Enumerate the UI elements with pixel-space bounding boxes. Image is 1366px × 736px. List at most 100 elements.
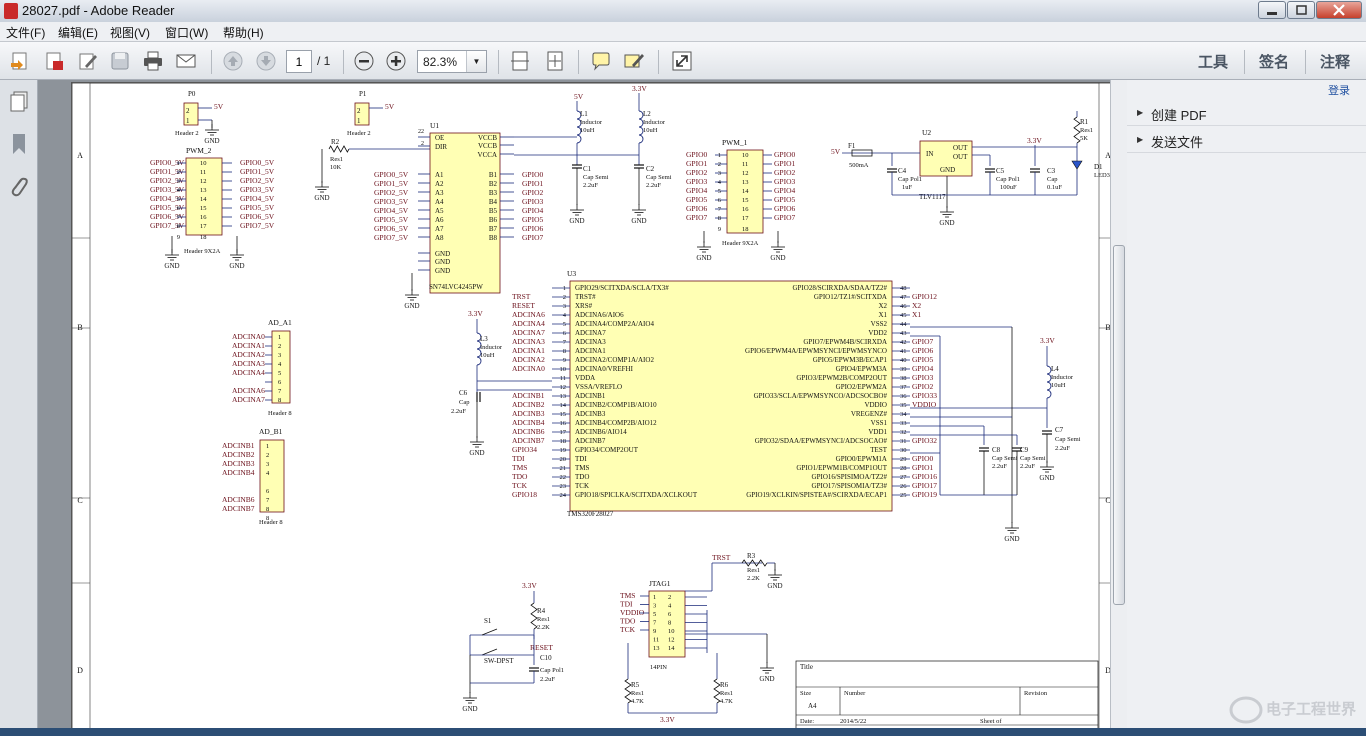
- pin-number: 20: [560, 456, 567, 463]
- pin-number: 7: [563, 339, 567, 346]
- highlight-icon[interactable]: [622, 49, 646, 73]
- menu-edit[interactable]: 编辑(E): [58, 24, 98, 41]
- net-label: ADCINB2: [222, 450, 255, 459]
- l3-ref: L3: [480, 335, 488, 343]
- net-label: GPIO1: [912, 463, 934, 472]
- u3-pin-label: GPIO7/EPWM4B/SCIRXDA: [803, 338, 887, 346]
- net-label: GPIO6: [522, 224, 544, 233]
- pin-number: 16: [560, 420, 567, 427]
- pages-icon[interactable]: [8, 90, 30, 114]
- zoom-in-icon[interactable]: [384, 49, 408, 73]
- u3-pin-label: TEST: [870, 446, 887, 454]
- pin-number: 23: [560, 483, 567, 490]
- minimize-button[interactable]: [1258, 1, 1286, 19]
- r1-ref: R1: [1080, 118, 1089, 126]
- gnd-label: GND: [1004, 535, 1019, 543]
- net-label: GPIO33: [912, 391, 937, 400]
- net-label: GPIO3: [912, 373, 934, 382]
- pin-number: 2: [718, 161, 721, 168]
- login-link[interactable]: 登录: [1328, 82, 1350, 98]
- net-label: ADCINB7: [222, 504, 255, 513]
- u2-ref: U2: [922, 128, 931, 137]
- l1-ref: L1: [580, 110, 588, 118]
- navigation-pane: [0, 80, 38, 736]
- pin-number: 2: [266, 452, 269, 459]
- expand-arrow-icon: ▶: [1137, 135, 1144, 144]
- net-label: GPIO4_5V: [240, 194, 275, 203]
- comment-button[interactable]: 注释: [1320, 51, 1350, 72]
- menu-window[interactable]: 窗口(W): [165, 24, 208, 41]
- u1-pin-label: A1: [435, 171, 444, 179]
- c1-type: Cap Semi: [583, 174, 609, 181]
- menu-help[interactable]: 帮助(H): [223, 24, 264, 41]
- expand-icon[interactable]: [670, 49, 694, 73]
- create-pdf-section[interactable]: ▶ 创建 PDF: [1127, 100, 1366, 126]
- net-label: GPIO2_5V: [240, 176, 275, 185]
- vertical-scrollbar[interactable]: [1110, 80, 1127, 736]
- tools-button[interactable]: 工具: [1198, 51, 1228, 72]
- c5-type: Cap Pol1: [996, 176, 1020, 183]
- net-label: X1: [912, 310, 921, 319]
- net-label: ADCINA4: [512, 319, 545, 328]
- net-label: 5V: [385, 102, 395, 111]
- send-file-section[interactable]: ▶ 发送文件: [1127, 127, 1366, 153]
- save-icon[interactable]: [108, 49, 132, 73]
- gnd-label: GND: [770, 254, 785, 262]
- create-pdf-icon[interactable]: [42, 49, 66, 73]
- u3-pin-label: ADCINB7: [575, 437, 606, 445]
- pdf-app-icon: [4, 3, 18, 19]
- net-label: GPIO5: [522, 215, 544, 224]
- open-file-icon[interactable]: [8, 49, 32, 73]
- bookmark-icon[interactable]: [8, 132, 30, 156]
- pin-number: 30: [900, 447, 907, 454]
- sign-button[interactable]: 签名: [1259, 51, 1289, 72]
- zoom-out-icon[interactable]: [352, 49, 376, 73]
- pin-number: 21: [560, 465, 567, 472]
- pin-number: 12: [200, 178, 207, 185]
- fit-width-icon[interactable]: [508, 49, 532, 73]
- pin-number: 26: [900, 483, 907, 490]
- attachment-icon[interactable]: [8, 174, 30, 198]
- print-icon[interactable]: [141, 49, 165, 73]
- chevron-down-icon[interactable]: ▼: [466, 51, 486, 72]
- fit-page-icon[interactable]: [543, 49, 567, 73]
- pin-number: 8: [278, 397, 281, 404]
- email-icon[interactable]: [174, 49, 198, 73]
- net-label: ADCINB4: [222, 468, 255, 477]
- document-view[interactable]: A A B B C C D D P0 2 1 5V GND Header 2 P1 2 1 5V Header 2P…: [38, 80, 1110, 736]
- close-window-button[interactable]: [1316, 1, 1362, 19]
- comment-icon[interactable]: [589, 49, 613, 73]
- r4-type: Res1: [537, 616, 550, 623]
- pin-number: 41: [900, 348, 907, 355]
- ad-a1-ref: AD_A1: [268, 318, 292, 327]
- edit-icon[interactable]: [76, 49, 100, 73]
- scrollbar-thumb[interactable]: [1113, 245, 1125, 605]
- pin-number: 9: [563, 357, 566, 364]
- l2-ref: L2: [643, 110, 651, 118]
- menu-view[interactable]: 视图(V): [110, 24, 150, 41]
- u3-pin-label: GPIO18/SPICLKA/SCITXDA/XCLKOUT: [575, 491, 698, 499]
- border-row-label: A: [77, 151, 83, 160]
- pin-number: 2: [563, 294, 566, 301]
- zoom-select[interactable]: 82.3% ▼: [417, 50, 487, 73]
- u3-pin-label: ADCINA1: [575, 347, 606, 355]
- border-row-label: D: [77, 666, 83, 675]
- wire: [481, 628, 498, 636]
- pin-number: 22: [418, 129, 424, 135]
- pin-number: 13: [653, 645, 660, 652]
- menu-file[interactable]: 文件(F): [6, 24, 45, 41]
- c9-value: 2.2uF: [1020, 463, 1035, 470]
- c10-ref: C10: [540, 654, 552, 662]
- u3-pin-label: ADCINA4/COMP2A/AIO4: [575, 320, 654, 328]
- page-number-input[interactable]: [286, 50, 312, 73]
- restore-button[interactable]: [1287, 1, 1315, 19]
- pin-number: 10: [560, 366, 567, 373]
- net-label: GPIO6: [912, 346, 934, 355]
- pin-number: 8: [668, 620, 671, 627]
- gnd-label: GND: [759, 675, 774, 683]
- p1-name: Header 2: [347, 130, 371, 137]
- net-label: ADCINA3: [232, 359, 265, 368]
- next-page-icon[interactable]: [254, 49, 278, 73]
- previous-page-icon[interactable]: [221, 49, 245, 73]
- expand-arrow-icon: ▶: [1137, 108, 1144, 117]
